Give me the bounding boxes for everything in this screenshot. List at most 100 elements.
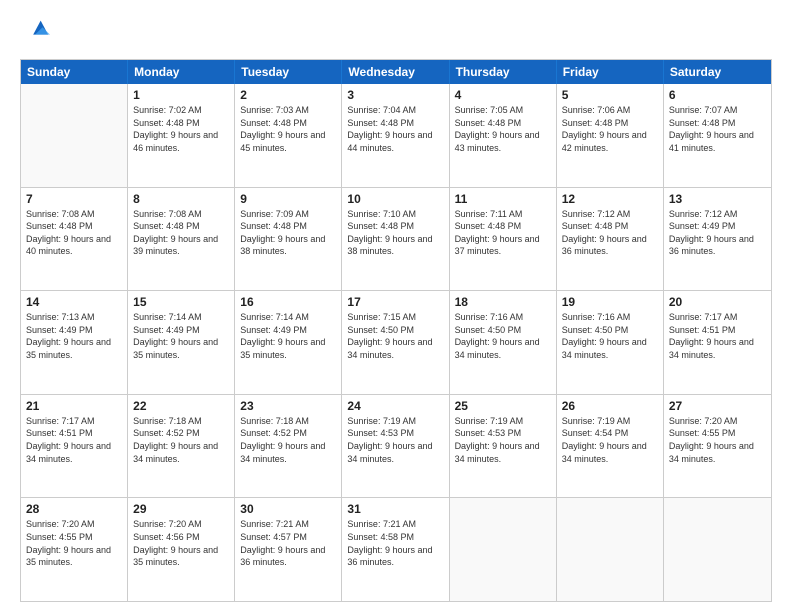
cal-cell: 10Sunrise: 7:10 AMSunset: 4:48 PMDayligh… [342,188,449,291]
calendar: SundayMondayTuesdayWednesdayThursdayFrid… [20,59,772,602]
daylight-text: Daylight: 9 hours and 38 minutes. [240,233,336,258]
cal-cell: 2Sunrise: 7:03 AMSunset: 4:48 PMDaylight… [235,84,342,187]
daylight-text: Daylight: 9 hours and 34 minutes. [669,440,766,465]
logo-icon [22,16,50,44]
cal-cell: 5Sunrise: 7:06 AMSunset: 4:48 PMDaylight… [557,84,664,187]
daylight-text: Daylight: 9 hours and 35 minutes. [26,544,122,569]
header-day-sunday: Sunday [21,60,128,84]
sunset-text: Sunset: 4:48 PM [133,220,229,233]
day-number: 30 [240,502,336,516]
sunset-text: Sunset: 4:48 PM [133,117,229,130]
cal-cell: 8Sunrise: 7:08 AMSunset: 4:48 PMDaylight… [128,188,235,291]
daylight-text: Daylight: 9 hours and 45 minutes. [240,129,336,154]
cal-cell: 18Sunrise: 7:16 AMSunset: 4:50 PMDayligh… [450,291,557,394]
daylight-text: Daylight: 9 hours and 36 minutes. [562,233,658,258]
day-number: 31 [347,502,443,516]
sunrise-text: Sunrise: 7:08 AM [26,208,122,221]
sunset-text: Sunset: 4:48 PM [26,220,122,233]
logo [20,16,50,49]
sunrise-text: Sunrise: 7:20 AM [669,415,766,428]
daylight-text: Daylight: 9 hours and 38 minutes. [347,233,443,258]
cal-cell: 4Sunrise: 7:05 AMSunset: 4:48 PMDaylight… [450,84,557,187]
sunrise-text: Sunrise: 7:12 AM [669,208,766,221]
daylight-text: Daylight: 9 hours and 36 minutes. [240,544,336,569]
sunset-text: Sunset: 4:48 PM [240,117,336,130]
calendar-header: SundayMondayTuesdayWednesdayThursdayFrid… [21,60,771,84]
sunset-text: Sunset: 4:48 PM [455,117,551,130]
day-number: 8 [133,192,229,206]
cal-cell: 31Sunrise: 7:21 AMSunset: 4:58 PMDayligh… [342,498,449,601]
day-number: 23 [240,399,336,413]
day-number: 11 [455,192,551,206]
sunset-text: Sunset: 4:52 PM [133,427,229,440]
sunrise-text: Sunrise: 7:19 AM [347,415,443,428]
day-number: 19 [562,295,658,309]
daylight-text: Daylight: 9 hours and 34 minutes. [26,440,122,465]
daylight-text: Daylight: 9 hours and 34 minutes. [562,440,658,465]
week-row-5: 28Sunrise: 7:20 AMSunset: 4:55 PMDayligh… [21,497,771,601]
sunrise-text: Sunrise: 7:21 AM [240,518,336,531]
day-number: 27 [669,399,766,413]
day-number: 25 [455,399,551,413]
sunrise-text: Sunrise: 7:17 AM [669,311,766,324]
daylight-text: Daylight: 9 hours and 35 minutes. [133,336,229,361]
daylight-text: Daylight: 9 hours and 34 minutes. [347,440,443,465]
sunrise-text: Sunrise: 7:08 AM [133,208,229,221]
sunrise-text: Sunrise: 7:21 AM [347,518,443,531]
day-number: 9 [240,192,336,206]
day-number: 13 [669,192,766,206]
cal-cell: 24Sunrise: 7:19 AMSunset: 4:53 PMDayligh… [342,395,449,498]
cal-cell: 22Sunrise: 7:18 AMSunset: 4:52 PMDayligh… [128,395,235,498]
cal-cell: 28Sunrise: 7:20 AMSunset: 4:55 PMDayligh… [21,498,128,601]
cal-cell: 11Sunrise: 7:11 AMSunset: 4:48 PMDayligh… [450,188,557,291]
header-day-tuesday: Tuesday [235,60,342,84]
sunset-text: Sunset: 4:48 PM [669,117,766,130]
daylight-text: Daylight: 9 hours and 34 minutes. [133,440,229,465]
cal-cell: 30 Sunrise: 7:21 AMSunset: 4:57 PMDayligh… [235,498,342,601]
header-day-monday: Monday [128,60,235,84]
day-number: 12 [562,192,658,206]
sunset-text: Sunset: 4:51 PM [26,427,122,440]
sunrise-text: Sunrise: 7:12 AM [562,208,658,221]
cal-cell: 20Sunrise: 7:17 AMSunset: 4:51 PMDayligh… [664,291,771,394]
sunrise-text: Sunrise: 7:14 AM [240,311,336,324]
sunset-text: Sunset: 4:52 PM [240,427,336,440]
header-day-saturday: Saturday [664,60,771,84]
daylight-text: Daylight: 9 hours and 42 minutes. [562,129,658,154]
day-number: 2 [240,88,336,102]
cal-cell: 14Sunrise: 7:13 AMSunset: 4:49 PMDayligh… [21,291,128,394]
sunrise-text: Sunrise: 7:19 AM [562,415,658,428]
week-row-3: 14Sunrise: 7:13 AMSunset: 4:49 PMDayligh… [21,290,771,394]
cal-cell: 15Sunrise: 7:14 AMSunset: 4:49 PMDayligh… [128,291,235,394]
cal-cell: 6Sunrise: 7:07 AMSunset: 4:48 PMDaylight… [664,84,771,187]
sunrise-text: Sunrise: 7:20 AM [133,518,229,531]
sunrise-text: Sunrise: 7:16 AM [562,311,658,324]
sunset-text: Sunset: 4:49 PM [133,324,229,337]
day-number: 4 [455,88,551,102]
daylight-text: Daylight: 9 hours and 34 minutes. [455,440,551,465]
cal-cell: 29Sunrise: 7:20 AMSunset: 4:56 PMDayligh… [128,498,235,601]
day-number: 29 [133,502,229,516]
sunset-text: Sunset: 4:57 PM [240,531,336,544]
sunrise-text: Sunrise: 7:13 AM [26,311,122,324]
sunrise-text: Sunrise: 7:18 AM [133,415,229,428]
cal-cell: 12Sunrise: 7:12 AMSunset: 4:48 PMDayligh… [557,188,664,291]
daylight-text: Daylight: 9 hours and 36 minutes. [669,233,766,258]
week-row-1: 1Sunrise: 7:02 AMSunset: 4:48 PMDaylight… [21,84,771,187]
cal-cell: 26Sunrise: 7:19 AMSunset: 4:54 PMDayligh… [557,395,664,498]
day-number: 18 [455,295,551,309]
sunset-text: Sunset: 4:48 PM [562,117,658,130]
cal-cell: 27 Sunrise: 7:20 AMSunset: 4:55 PMDayligh… [664,395,771,498]
daylight-text: Daylight: 9 hours and 43 minutes. [455,129,551,154]
day-number: 28 [26,502,122,516]
day-number: 5 [562,88,658,102]
sunset-text: Sunset: 4:55 PM [669,427,766,440]
daylight-text: Daylight: 9 hours and 35 minutes. [26,336,122,361]
sunset-text: Sunset: 4:48 PM [455,220,551,233]
cal-cell: 17Sunrise: 7:15 AMSunset: 4:50 PMDayligh… [342,291,449,394]
cal-cell: 3Sunrise: 7:04 AMSunset: 4:48 PMDaylight… [342,84,449,187]
cal-cell [557,498,664,601]
daylight-text: Daylight: 9 hours and 44 minutes. [347,129,443,154]
sunset-text: Sunset: 4:53 PM [347,427,443,440]
day-number: 20 [669,295,766,309]
